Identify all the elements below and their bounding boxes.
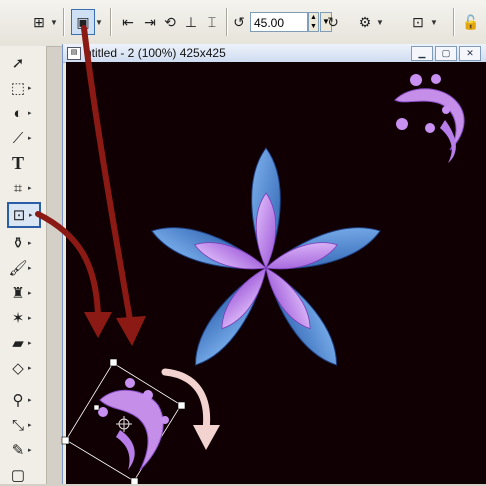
rotation-center-icon[interactable] — [116, 416, 132, 432]
swirl-ornament-top-right — [394, 74, 465, 163]
rotation-direction-arrow — [161, 368, 220, 450]
deform-handle[interactable] — [93, 404, 100, 411]
deform-handle[interactable] — [177, 401, 186, 410]
deform-handle[interactable] — [61, 436, 70, 445]
flower-shape — [151, 147, 381, 366]
canvas-artwork — [35, 25, 465, 484]
deform-handle[interactable] — [130, 477, 139, 484]
selected-swirl-object[interactable] — [61, 358, 186, 484]
instruction-arrows — [35, 25, 146, 346]
deform-handle[interactable] — [109, 358, 118, 367]
